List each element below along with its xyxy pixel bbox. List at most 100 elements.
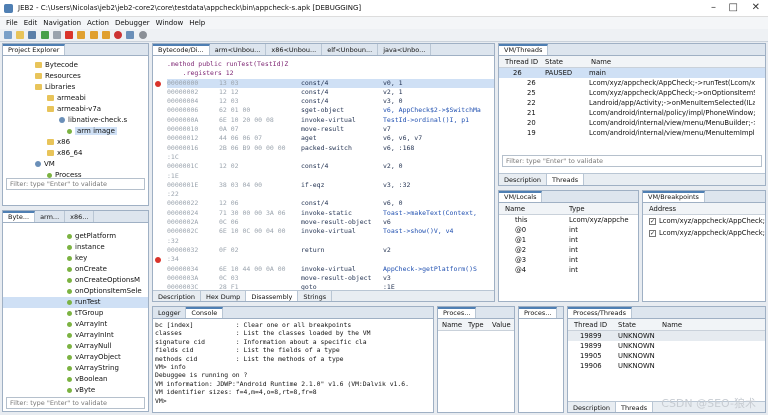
project-tree-item[interactable]: Resources — [3, 71, 148, 82]
code-line[interactable]: :1C — [167, 153, 494, 162]
menu-item-file[interactable]: File — [6, 19, 18, 27]
tab-threads-view-1[interactable]: Threads — [547, 174, 585, 185]
code-line[interactable]: 00000032 0F 02 return v2 — [167, 246, 494, 255]
tab-process-threads-view-1[interactable]: Threads — [616, 402, 654, 412]
thread-row[interactable]: 22 Landroid/app/Activity;->onMenuItemSele… — [499, 98, 765, 108]
project-tree-item[interactable]: armeabi — [3, 93, 148, 104]
project-tree-item[interactable]: arm image — [3, 126, 148, 137]
code-line[interactable]: 0000001C 12 02 const/4 v2, 0 — [167, 162, 494, 171]
method-tree-item[interactable]: vBoolean — [3, 374, 148, 385]
menu-item-help[interactable]: Help — [189, 19, 205, 27]
tab-editor-view-2[interactable]: Disassembly — [246, 291, 299, 301]
process-thread-row[interactable]: 19906 UNKNOWN — [568, 361, 765, 371]
code-line[interactable]: 00000006 62 01 00 sget-object v6, AppCheck$… — [167, 106, 494, 115]
tab-bytecode-0[interactable]: Byte... — [3, 211, 36, 222]
project-tree-item[interactable]: Bytecode — [3, 60, 148, 71]
new-icon[interactable] — [4, 31, 12, 39]
code-line[interactable]: :1E — [167, 172, 494, 181]
breakpoint-checkbox[interactable]: ✓ — [649, 229, 656, 237]
step-over-icon[interactable] — [89, 31, 98, 39]
menu-item-edit[interactable]: Edit — [24, 19, 38, 27]
step-out-icon[interactable] — [101, 31, 110, 39]
breakpoint-checkbox[interactable]: ✓ — [649, 217, 656, 225]
code-line[interactable]: 00000010 0A 07 move-result v7 — [167, 125, 494, 134]
local-row[interactable]: @1 int — [499, 235, 638, 245]
attach-icon[interactable] — [126, 31, 135, 39]
thread-row[interactable]: 26 PAUSED main — [499, 68, 765, 78]
code-line[interactable]: 0000003A 0C 03 move-result-object v3 — [167, 274, 494, 283]
tab-editor-3[interactable]: elf<Unboun... — [322, 44, 379, 55]
code-line[interactable]: 0000002A 0C 06 move-result-object v6 — [167, 218, 494, 227]
threads-filter-input[interactable]: Filter: type "Enter" to validate — [502, 155, 762, 167]
project-tree-item[interactable]: x86_64 — [3, 148, 148, 159]
method-tree-item[interactable]: vArrayInt — [3, 319, 148, 330]
tab-editor-4[interactable]: java<Unbo... — [378, 44, 432, 55]
tab-process-1[interactable]: Proces... — [438, 307, 477, 318]
code-line[interactable]: 00000000 13 03 const/4 v0, 1 — [155, 78, 494, 88]
code-line[interactable]: 00000024 71 30 00 00 3A 06 invoke-static To… — [167, 209, 494, 218]
pause-icon[interactable] — [52, 31, 61, 39]
project-tree-item[interactable]: x86 — [3, 137, 148, 148]
code-line[interactable]: 00000016 2B 06 B9 00 00 00 packed-switch v6… — [167, 144, 494, 153]
maximize-button[interactable]: □ — [729, 2, 738, 13]
method-tree-item[interactable]: onOptionsItemSele — [3, 286, 148, 297]
code-line[interactable]: 00000012 44 06 06 07 aget v6, v6, v7 — [167, 134, 494, 143]
local-row[interactable]: @3 int — [499, 255, 638, 265]
project-tree-item[interactable]: libnative-check.s — [3, 115, 148, 126]
local-row[interactable]: @2 int — [499, 245, 638, 255]
tab-console-1[interactable]: Console — [186, 307, 224, 318]
breakpoint-icon[interactable] — [155, 257, 161, 264]
project-tree-item[interactable]: Libraries — [3, 82, 148, 93]
tab-editor-0[interactable]: Bytecode/Di... — [153, 44, 210, 55]
method-tree-item[interactable]: onCreateOptionsM — [3, 275, 148, 286]
code-line[interactable]: 00000002 12 12 const/4 v2, 1 — [167, 88, 494, 97]
code-line[interactable]: 00000034 6E 10 44 00 0A 00 invoke-virtual A… — [167, 265, 494, 274]
thread-row[interactable]: 21 Lcom/android/internal/policy/impl/Phon… — [499, 108, 765, 118]
open-icon[interactable] — [16, 31, 25, 39]
menu-item-navigation[interactable]: Navigation — [43, 19, 81, 27]
local-row[interactable]: @4 int — [499, 265, 638, 275]
stop-icon[interactable] — [65, 31, 74, 39]
project-tree-item[interactable]: VM — [3, 159, 148, 170]
breakpoint-icon[interactable] — [155, 80, 161, 87]
thread-row[interactable]: 25 Lcom/xyz/appcheck/AppCheck;->onOptions… — [499, 88, 765, 98]
method-tree-item[interactable]: onCreate — [3, 264, 148, 275]
method-tree-item[interactable]: instance — [3, 242, 148, 253]
tab-bytecode-1[interactable]: arm... — [35, 211, 66, 222]
run-icon[interactable] — [40, 31, 49, 39]
method-tree-item[interactable]: getPlatform — [3, 231, 148, 242]
project-tree-item[interactable]: armeabi-v7a — [3, 104, 148, 115]
tab-vm-threads[interactable]: VM/Threads — [499, 44, 549, 55]
tab-console-0[interactable]: Logger — [153, 307, 187, 318]
step-into-icon[interactable] — [77, 31, 86, 39]
tab-editor-view-3[interactable]: Strings — [298, 291, 333, 301]
minimize-button[interactable]: – — [711, 2, 716, 13]
code-line[interactable]: 0000000A 6E 10 20 00 08 invoke-virtual Test… — [167, 116, 494, 125]
menu-item-action[interactable]: Action — [87, 19, 109, 27]
save-icon[interactable] — [28, 31, 37, 39]
thread-row[interactable]: 20 Lcom/android/internal/view/menu/MenuBu… — [499, 118, 765, 128]
method-tree-item[interactable]: vArrayObject — [3, 352, 148, 363]
local-row[interactable]: @0 int — [499, 225, 638, 235]
method-tree-item[interactable]: tTGroup — [3, 308, 148, 319]
tab-process-2[interactable]: Proces... — [519, 307, 558, 318]
method-tree-item[interactable]: vByte — [3, 385, 148, 396]
code-line[interactable]: 00000022 12 06 const/4 v6, 0 — [167, 199, 494, 208]
thread-row[interactable]: 19 Lcom/android/internal/view/menu/MenuIt… — [499, 128, 765, 138]
tab-editor-1[interactable]: arm<Unbou... — [210, 44, 267, 55]
breakpoint-row[interactable]: ✓ Lcom/xyz/appcheck/AppCheck; — [643, 227, 765, 239]
menu-item-window[interactable]: Window — [156, 19, 184, 27]
process-thread-row[interactable]: 19899 UNKNOWN — [568, 331, 765, 341]
local-row[interactable]: this Lcom/xyz/appche — [499, 215, 638, 225]
code-line[interactable]: :34 — [155, 255, 494, 264]
tab-threads-view-0[interactable]: Description — [499, 174, 548, 185]
method-tree-item[interactable]: vArrayNull — [3, 341, 148, 352]
method-tree-item[interactable]: key — [3, 253, 148, 264]
tab-project-explorer[interactable]: Project Explorer — [3, 44, 66, 55]
thread-row[interactable]: 26 Lcom/xyz/appcheck/AppCheck;->runTest(L… — [499, 78, 765, 88]
code-line[interactable]: :32 — [167, 237, 494, 246]
settings-icon[interactable] — [138, 31, 147, 39]
code-line[interactable]: 00000004 12 03 const/4 v3, 0 — [167, 97, 494, 106]
process-thread-row[interactable]: 19899 UNKNOWN — [568, 341, 765, 351]
method-tree-item[interactable]: vArrayInInt — [3, 330, 148, 341]
